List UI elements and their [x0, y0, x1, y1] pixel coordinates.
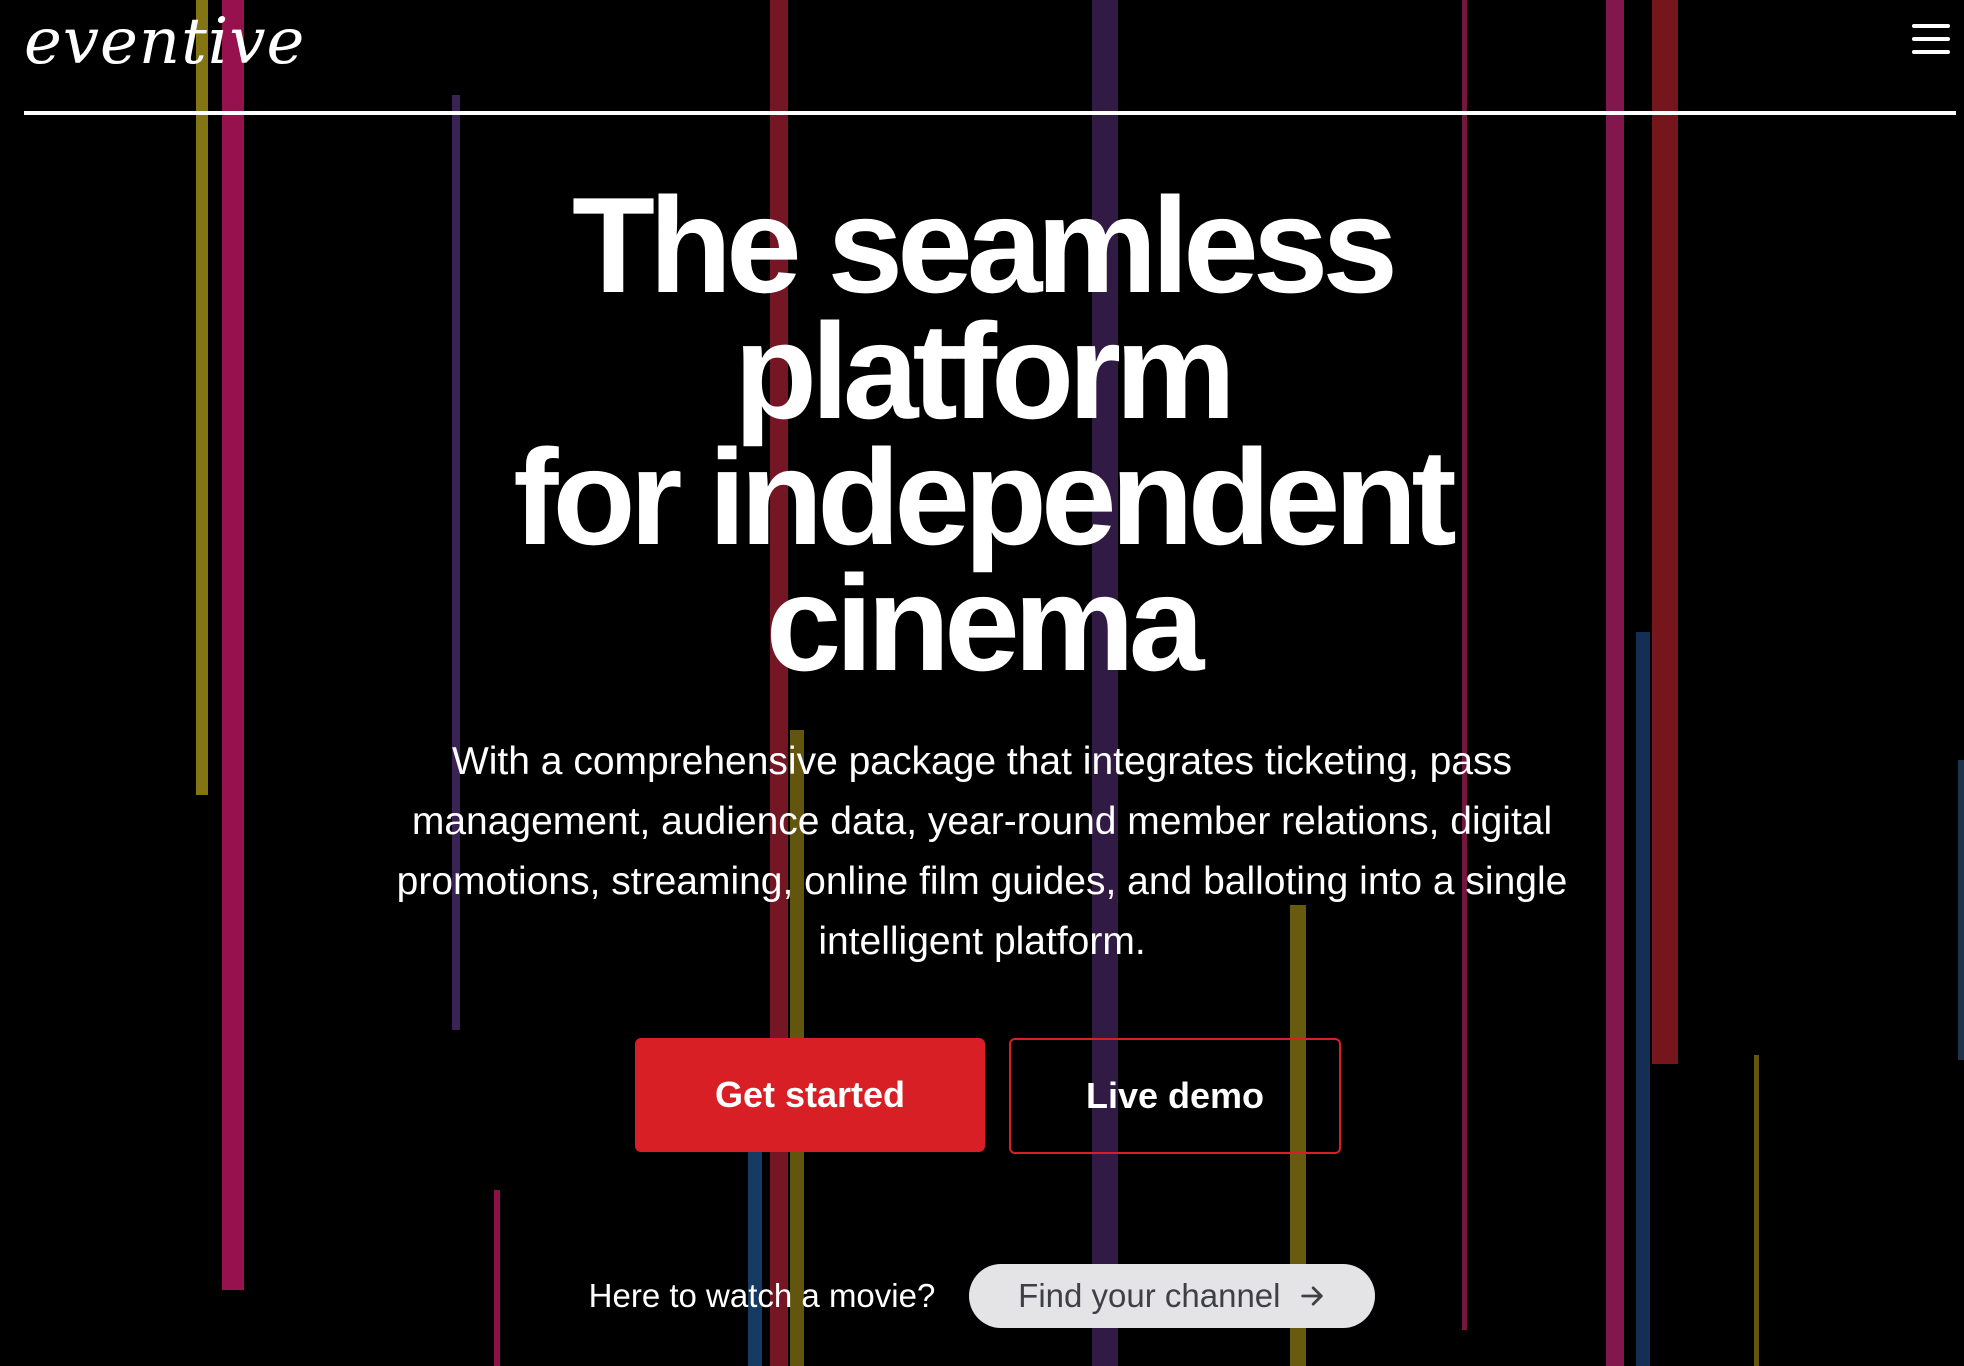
get-started-button[interactable]: Get started [635, 1038, 985, 1152]
find-channel-label: Find your channel [1018, 1277, 1281, 1314]
headline-line: for independent [513, 421, 1457, 573]
eventive-logo[interactable]: eventive [24, 6, 305, 78]
headline-line: platform [734, 295, 1236, 447]
hamburger-menu-icon[interactable] [1912, 22, 1950, 56]
hero-headline: The seamless platform for independent ci… [432, 169, 1532, 699]
live-demo-button[interactable]: Live demo [1009, 1038, 1341, 1154]
headline-line: The seamless [571, 169, 1398, 321]
arrow-right-icon [1301, 1286, 1324, 1306]
headline-line: cinema [765, 547, 1205, 699]
hero-section: The seamless platform for independent ci… [0, 169, 1964, 1154]
watch-movie-row: Here to watch a movie? Find your channel [0, 1264, 1964, 1328]
light-streak [748, 1150, 762, 1366]
cta-group: Get started Live demo [0, 1038, 1964, 1154]
hero-description: With a comprehensive package that integr… [396, 740, 1568, 963]
find-your-channel-button[interactable]: Find your channel [969, 1264, 1376, 1328]
site-header: eventive [24, 0, 1956, 115]
header-divider [24, 111, 1956, 115]
watch-movie-prompt: Here to watch a movie? [588, 1277, 936, 1314]
